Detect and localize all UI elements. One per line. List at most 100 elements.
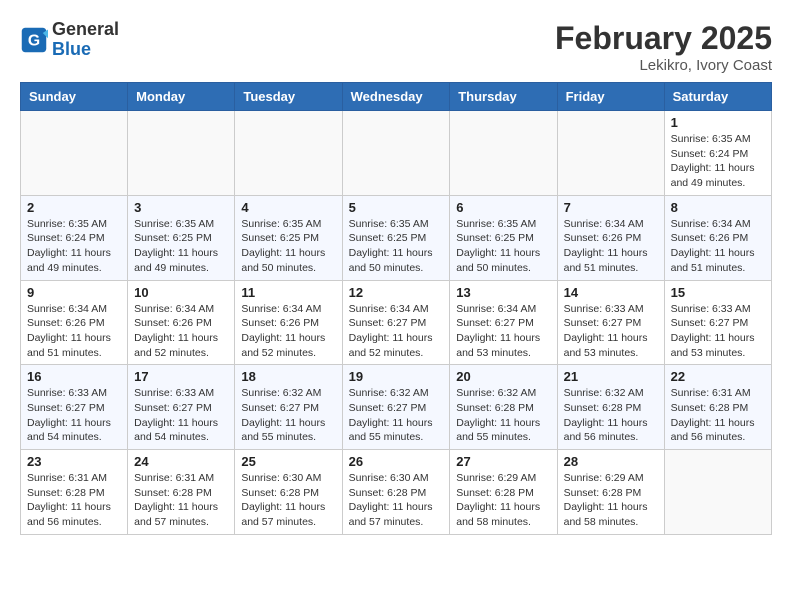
col-header-sunday: Sunday [21,83,128,111]
calendar-cell: 2 Sunrise: 6:35 AM Sunset: 6:24 PM Daylig… [21,195,128,280]
logo-general: General [52,20,119,40]
day-number: 27 [456,454,550,469]
day-info: Sunrise: 6:35 AM Sunset: 6:25 PM Dayligh… [349,217,444,276]
day-number: 18 [241,369,335,384]
calendar-cell [128,111,235,196]
day-number: 12 [349,285,444,300]
calendar-cell: 26 Sunrise: 6:30 AM Sunset: 6:28 PM Dayli… [342,450,450,535]
day-number: 24 [134,454,228,469]
day-info: Sunrise: 6:29 AM Sunset: 6:28 PM Dayligh… [564,471,658,530]
calendar-week-row: 23 Sunrise: 6:31 AM Sunset: 6:28 PM Dayli… [21,450,772,535]
day-number: 25 [241,454,335,469]
day-number: 7 [564,200,658,215]
day-info: Sunrise: 6:32 AM Sunset: 6:28 PM Dayligh… [456,386,550,445]
day-info: Sunrise: 6:34 AM Sunset: 6:26 PM Dayligh… [241,302,335,361]
month-title: February 2025 [555,20,772,57]
day-info: Sunrise: 6:34 AM Sunset: 6:27 PM Dayligh… [456,302,550,361]
day-number: 28 [564,454,658,469]
day-info: Sunrise: 6:33 AM Sunset: 6:27 PM Dayligh… [564,302,658,361]
day-info: Sunrise: 6:29 AM Sunset: 6:28 PM Dayligh… [456,471,550,530]
day-info: Sunrise: 6:34 AM Sunset: 6:26 PM Dayligh… [671,217,765,276]
day-info: Sunrise: 6:35 AM Sunset: 6:25 PM Dayligh… [241,217,335,276]
calendar-cell: 3Sunrise: 6:35 AM Sunset: 6:25 PM Daylig… [128,195,235,280]
calendar-cell: 25 Sunrise: 6:30 AM Sunset: 6:28 PM Dayli… [235,450,342,535]
calendar-cell [342,111,450,196]
calendar-cell: 1 Sunrise: 6:35 AM Sunset: 6:24 PM Daylig… [664,111,771,196]
day-number: 8 [671,200,765,215]
day-number: 23 [27,454,121,469]
calendar-cell: 10Sunrise: 6:34 AM Sunset: 6:26 PM Dayli… [128,280,235,365]
day-info: Sunrise: 6:34 AM Sunset: 6:26 PM Dayligh… [564,217,658,276]
day-number: 10 [134,285,228,300]
calendar-cell: 18Sunrise: 6:32 AM Sunset: 6:27 PM Dayli… [235,365,342,450]
day-info: Sunrise: 6:32 AM Sunset: 6:27 PM Dayligh… [349,386,444,445]
calendar-cell: 7 Sunrise: 6:34 AM Sunset: 6:26 PM Daylig… [557,195,664,280]
calendar-cell: 11 Sunrise: 6:34 AM Sunset: 6:26 PM Dayli… [235,280,342,365]
day-number: 2 [27,200,121,215]
col-header-thursday: Thursday [450,83,557,111]
day-info: Sunrise: 6:31 AM Sunset: 6:28 PM Dayligh… [27,471,121,530]
calendar-cell: 16 Sunrise: 6:33 AM Sunset: 6:27 PM Dayli… [21,365,128,450]
logo: G General Blue [20,20,119,60]
calendar-week-row: 2 Sunrise: 6:35 AM Sunset: 6:24 PM Daylig… [21,195,772,280]
day-number: 20 [456,369,550,384]
day-number: 17 [134,369,228,384]
day-info: Sunrise: 6:35 AM Sunset: 6:25 PM Dayligh… [456,217,550,276]
col-header-monday: Monday [128,83,235,111]
day-info: Sunrise: 6:35 AM Sunset: 6:24 PM Dayligh… [671,132,765,191]
day-number: 15 [671,285,765,300]
day-info: Sunrise: 6:33 AM Sunset: 6:27 PM Dayligh… [27,386,121,445]
day-number: 6 [456,200,550,215]
day-number: 1 [671,115,765,130]
day-info: Sunrise: 6:34 AM Sunset: 6:27 PM Dayligh… [349,302,444,361]
calendar-cell [450,111,557,196]
svg-text:G: G [28,32,40,49]
title-block: February 2025 Lekikro, Ivory Coast [555,20,772,74]
calendar-cell: 21 Sunrise: 6:32 AM Sunset: 6:28 PM Dayli… [557,365,664,450]
day-info: Sunrise: 6:34 AM Sunset: 6:26 PM Dayligh… [27,302,121,361]
calendar-cell: 24 Sunrise: 6:31 AM Sunset: 6:28 PM Dayli… [128,450,235,535]
day-number: 11 [241,285,335,300]
col-header-friday: Friday [557,83,664,111]
day-info: Sunrise: 6:33 AM Sunset: 6:27 PM Dayligh… [671,302,765,361]
day-info: Sunrise: 6:35 AM Sunset: 6:25 PM Dayligh… [134,217,228,276]
day-info: Sunrise: 6:30 AM Sunset: 6:28 PM Dayligh… [241,471,335,530]
calendar-cell: 19 Sunrise: 6:32 AM Sunset: 6:27 PM Dayli… [342,365,450,450]
location: Lekikro, Ivory Coast [555,57,772,74]
day-number: 14 [564,285,658,300]
day-info: Sunrise: 6:33 AM Sunset: 6:27 PM Dayligh… [134,386,228,445]
calendar-cell: 14 Sunrise: 6:33 AM Sunset: 6:27 PM Dayli… [557,280,664,365]
calendar-week-row: 16 Sunrise: 6:33 AM Sunset: 6:27 PM Dayli… [21,365,772,450]
calendar-table: SundayMondayTuesdayWednesdayThursdayFrid… [20,82,772,535]
day-info: Sunrise: 6:30 AM Sunset: 6:28 PM Dayligh… [349,471,444,530]
col-header-saturday: Saturday [664,83,771,111]
calendar-cell: 20 Sunrise: 6:32 AM Sunset: 6:28 PM Dayli… [450,365,557,450]
day-number: 26 [349,454,444,469]
day-number: 9 [27,285,121,300]
col-header-wednesday: Wednesday [342,83,450,111]
day-number: 16 [27,369,121,384]
calendar-cell: 12 Sunrise: 6:34 AM Sunset: 6:27 PM Dayli… [342,280,450,365]
calendar-cell: 4 Sunrise: 6:35 AM Sunset: 6:25 PM Daylig… [235,195,342,280]
logo-blue: Blue [52,40,119,60]
day-number: 4 [241,200,335,215]
calendar-week-row: 1 Sunrise: 6:35 AM Sunset: 6:24 PM Daylig… [21,111,772,196]
calendar-cell [664,450,771,535]
day-number: 21 [564,369,658,384]
calendar-cell: 22Sunrise: 6:31 AM Sunset: 6:28 PM Dayli… [664,365,771,450]
calendar-cell: 23 Sunrise: 6:31 AM Sunset: 6:28 PM Dayli… [21,450,128,535]
day-info: Sunrise: 6:31 AM Sunset: 6:28 PM Dayligh… [134,471,228,530]
day-info: Sunrise: 6:35 AM Sunset: 6:24 PM Dayligh… [27,217,121,276]
calendar-cell [557,111,664,196]
calendar-week-row: 9 Sunrise: 6:34 AM Sunset: 6:26 PM Daylig… [21,280,772,365]
calendar-cell: 8 Sunrise: 6:34 AM Sunset: 6:26 PM Daylig… [664,195,771,280]
calendar-cell: 15 Sunrise: 6:33 AM Sunset: 6:27 PM Dayli… [664,280,771,365]
day-number: 19 [349,369,444,384]
calendar-cell: 28 Sunrise: 6:29 AM Sunset: 6:28 PM Dayli… [557,450,664,535]
calendar-cell: 5Sunrise: 6:35 AM Sunset: 6:25 PM Daylig… [342,195,450,280]
day-info: Sunrise: 6:32 AM Sunset: 6:28 PM Dayligh… [564,386,658,445]
day-number: 22 [671,369,765,384]
calendar-cell: 17 Sunrise: 6:33 AM Sunset: 6:27 PM Dayli… [128,365,235,450]
calendar-header-row: SundayMondayTuesdayWednesdayThursdayFrid… [21,83,772,111]
col-header-tuesday: Tuesday [235,83,342,111]
